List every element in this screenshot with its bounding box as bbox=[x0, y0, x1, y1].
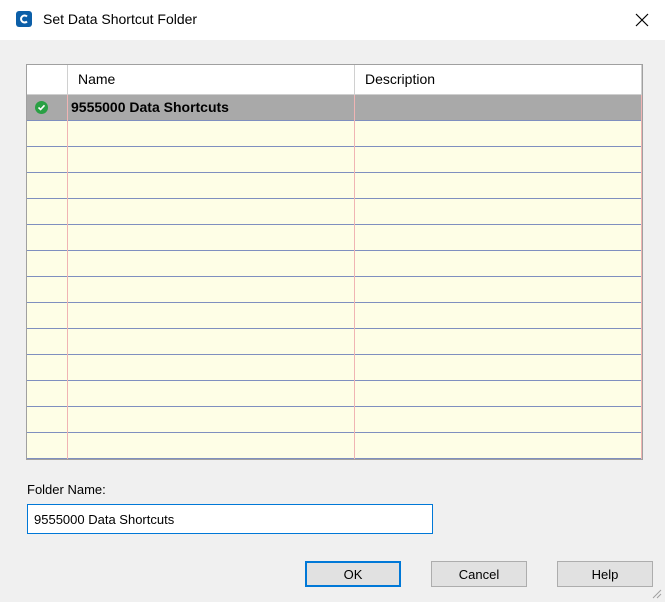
empty-row[interactable] bbox=[27, 303, 642, 329]
folder-name-label: Folder Name: bbox=[27, 482, 106, 497]
help-button[interactable]: Help bbox=[557, 561, 653, 587]
header-icon-column bbox=[27, 65, 67, 94]
app-icon bbox=[16, 11, 32, 27]
empty-row[interactable] bbox=[27, 329, 642, 355]
close-button[interactable] bbox=[619, 0, 665, 40]
empty-row[interactable] bbox=[27, 407, 642, 433]
column-divider bbox=[354, 95, 355, 459]
header-separator[interactable] bbox=[67, 65, 68, 94]
ok-button[interactable]: OK bbox=[305, 561, 401, 587]
column-header-name[interactable]: Name bbox=[78, 65, 115, 94]
empty-row[interactable] bbox=[27, 173, 642, 199]
empty-row[interactable] bbox=[27, 147, 642, 173]
folder-name-input[interactable] bbox=[27, 504, 433, 534]
header-separator[interactable] bbox=[641, 65, 642, 94]
column-divider bbox=[641, 95, 642, 459]
empty-row[interactable] bbox=[27, 251, 642, 277]
table-row[interactable]: 9555000 Data Shortcuts bbox=[27, 95, 642, 121]
title-bar: Set Data Shortcut Folder bbox=[0, 0, 665, 40]
header-separator[interactable] bbox=[354, 65, 355, 94]
row-name: 9555000 Data Shortcuts bbox=[71, 99, 229, 115]
check-icon bbox=[35, 101, 48, 114]
shortcut-folder-grid[interactable]: Name Description 9555000 Data Shortcuts bbox=[26, 64, 643, 460]
empty-row[interactable] bbox=[27, 381, 642, 407]
window-title: Set Data Shortcut Folder bbox=[43, 11, 198, 27]
column-header-description[interactable]: Description bbox=[365, 65, 435, 94]
empty-row[interactable] bbox=[27, 355, 642, 381]
cancel-button[interactable]: Cancel bbox=[431, 561, 527, 587]
empty-row[interactable] bbox=[27, 277, 642, 303]
empty-row[interactable] bbox=[27, 121, 642, 147]
empty-row[interactable] bbox=[27, 225, 642, 251]
resize-grip-icon[interactable] bbox=[650, 587, 662, 599]
empty-row[interactable] bbox=[27, 199, 642, 225]
close-icon bbox=[635, 13, 649, 27]
empty-row[interactable] bbox=[27, 433, 642, 459]
grid-header: Name Description bbox=[27, 65, 642, 95]
column-divider bbox=[67, 95, 68, 459]
